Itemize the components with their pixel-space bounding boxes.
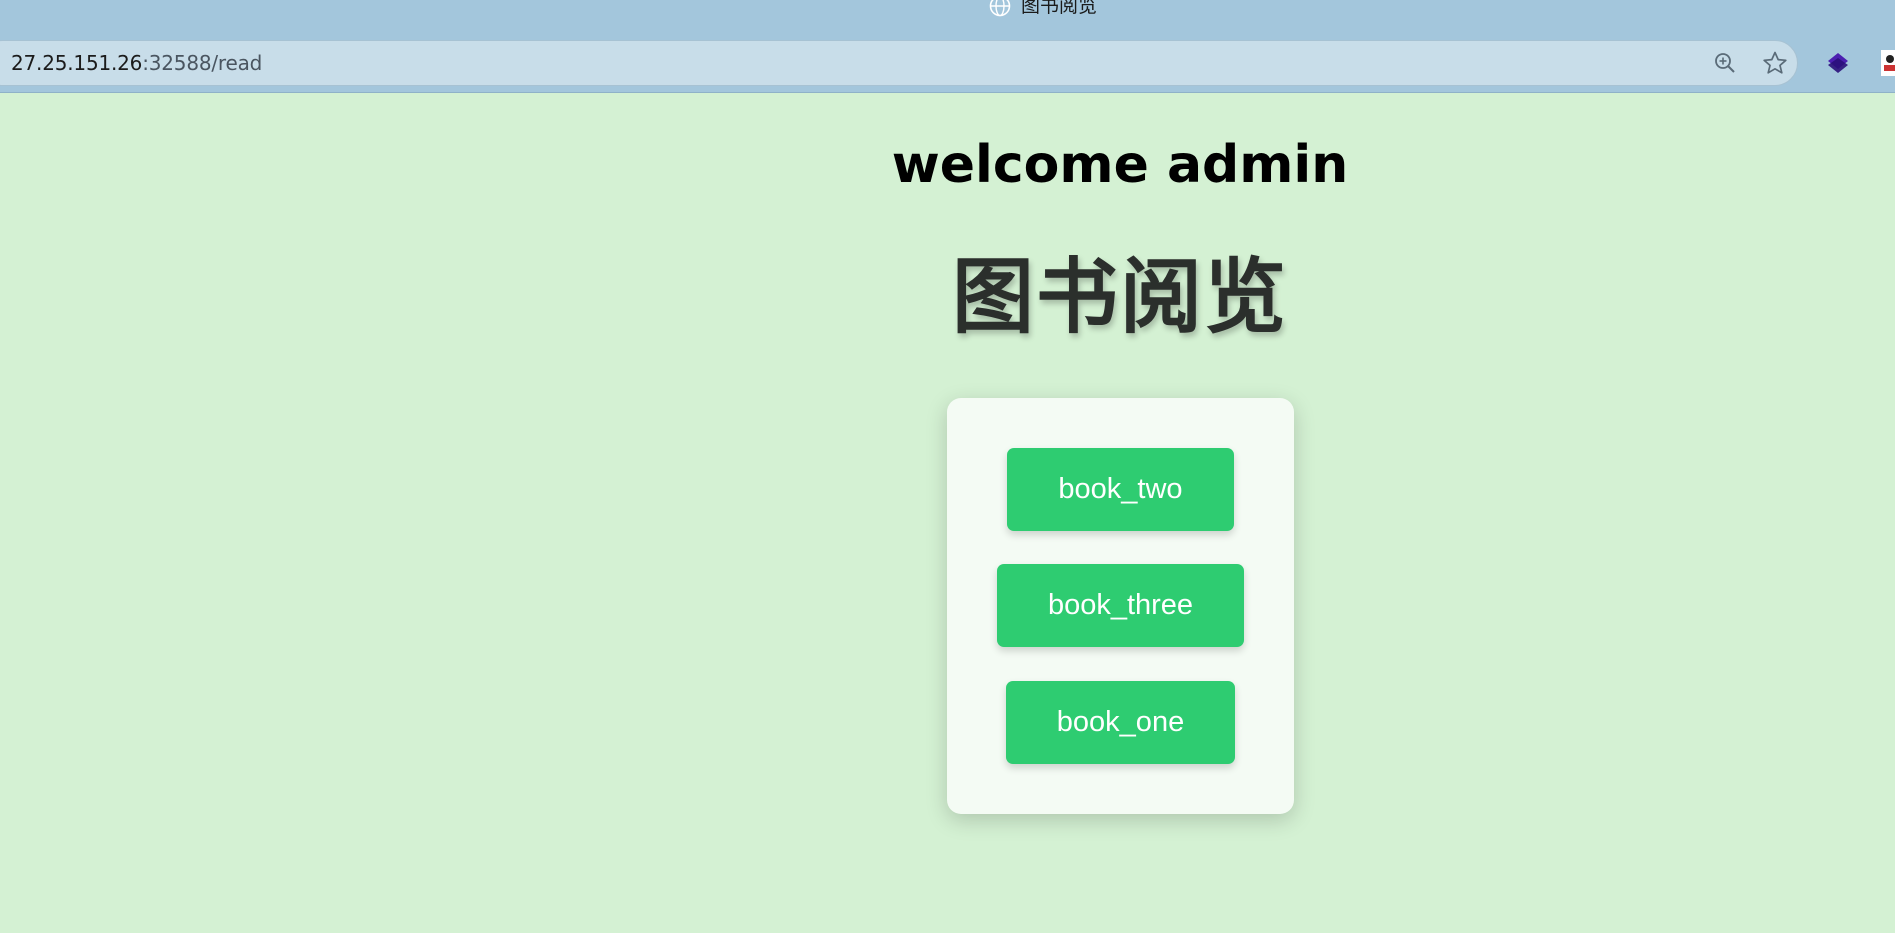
browser-titlebar: 图书阅览 xyxy=(0,0,1895,36)
book-three-button[interactable]: book_three xyxy=(997,564,1244,647)
globe-icon xyxy=(989,0,1011,17)
book-one-button[interactable]: book_one xyxy=(1006,681,1235,764)
star-icon[interactable] xyxy=(1760,48,1790,78)
book-list-card: book_two book_three book_one xyxy=(947,398,1294,814)
address-text[interactable]: 27.25.151.26:32588/read xyxy=(11,51,262,75)
welcome-heading: welcome admin xyxy=(891,135,1349,195)
zoom-in-icon[interactable] xyxy=(1710,48,1740,78)
url-host: 27.25.151.26 xyxy=(11,51,143,75)
page-title: 图书阅览 xyxy=(951,250,1288,345)
browser-toolbar: 27.25.151.26:32588/read xyxy=(0,36,1895,93)
tab-title-text: 图书阅览 xyxy=(1021,0,1098,17)
book-two-button[interactable]: book_two xyxy=(1007,448,1234,531)
extension-icon[interactable] xyxy=(1823,48,1853,78)
url-path: :32588/read xyxy=(142,51,263,75)
avatar-icon[interactable] xyxy=(1876,48,1895,78)
browser-tab[interactable]: 图书阅览 xyxy=(989,0,1097,18)
address-bar[interactable]: 27.25.151.26:32588/read xyxy=(0,40,1798,86)
